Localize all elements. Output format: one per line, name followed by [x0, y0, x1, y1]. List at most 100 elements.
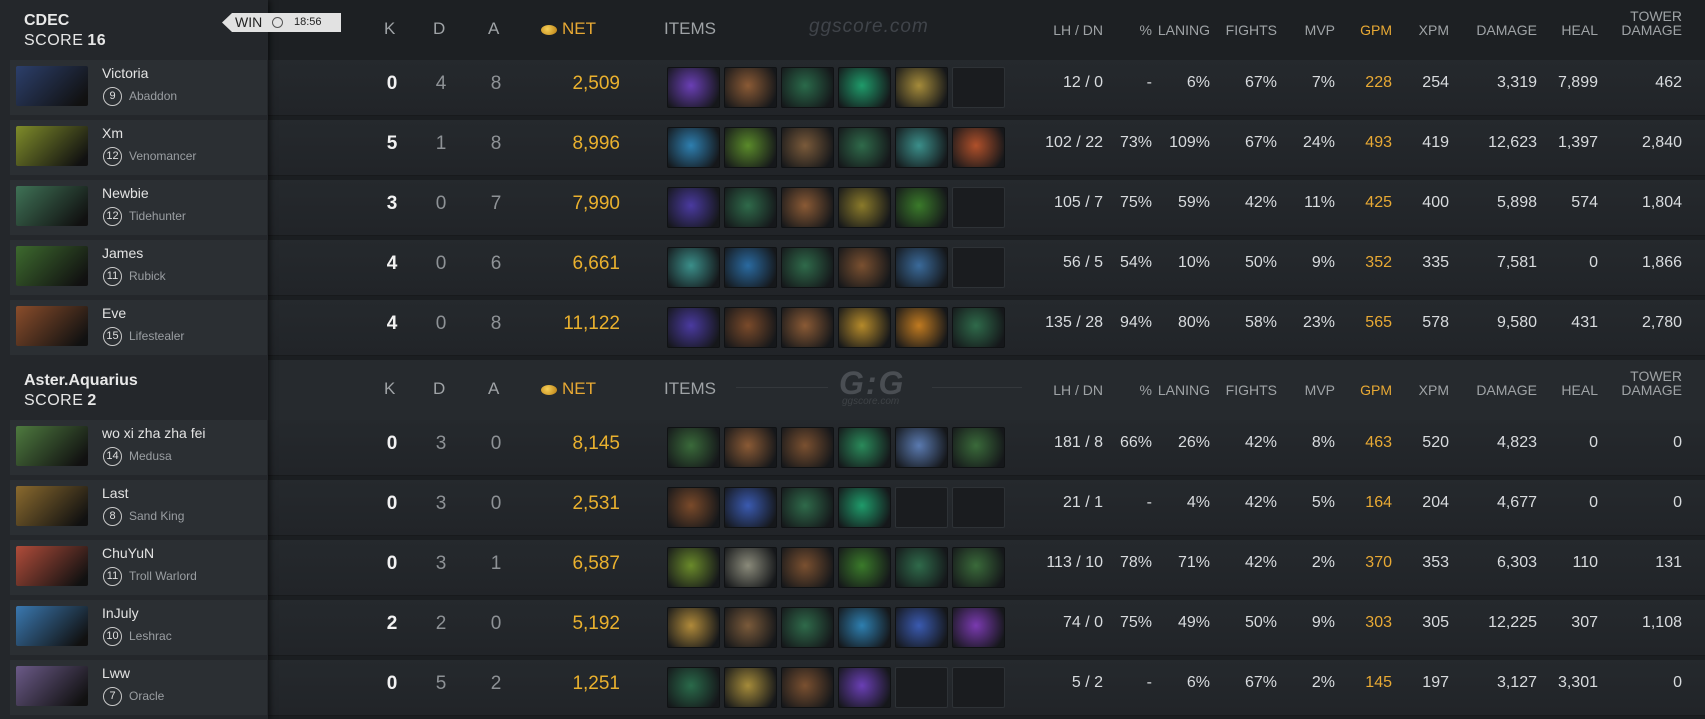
player-name[interactable]: Victoria [102, 65, 148, 81]
urn-icon[interactable] [724, 607, 777, 648]
header-a: A [488, 379, 500, 398]
stat-pct: 94% [1119, 314, 1152, 331]
player-card[interactable]: ChuYuN 11 Troll Warlord [10, 540, 267, 595]
arcane-boots-icon[interactable] [838, 667, 891, 708]
boots-icon[interactable] [781, 547, 834, 588]
boots-icon[interactable] [781, 427, 834, 468]
team-score: SCORE 2 [24, 392, 254, 410]
mushroom-icon[interactable] [724, 547, 777, 588]
empty-item-slot[interactable] [952, 247, 1005, 288]
hero-name: Oracle [129, 689, 165, 703]
wand-icon[interactable] [724, 187, 777, 228]
midas-icon[interactable] [724, 667, 777, 708]
diffusal-icon[interactable] [895, 427, 948, 468]
player-name[interactable]: James [102, 245, 143, 261]
stat-mvp: 5% [1311, 494, 1335, 511]
player-card[interactable]: Lww 7 Oracle [10, 660, 267, 715]
last-hits-denies: 135 / 28 [1045, 314, 1103, 332]
player-name[interactable]: wo xi zha zha fei [102, 425, 206, 441]
stat-mvp: 8% [1311, 434, 1335, 451]
wand-icon[interactable] [952, 307, 1005, 348]
wand-icon[interactable] [838, 127, 891, 168]
player-card[interactable]: InJuly 10 Leshrac [10, 600, 267, 655]
wind-icon[interactable] [724, 247, 777, 288]
yasha-icon[interactable] [838, 427, 891, 468]
vanguard-icon[interactable] [667, 487, 720, 528]
stat-heal: 3,301 [1557, 674, 1598, 691]
hero-portrait [16, 546, 88, 586]
wand-icon[interactable] [895, 547, 948, 588]
boots-icon[interactable] [838, 247, 891, 288]
potion-icon[interactable] [895, 607, 948, 648]
urn2-icon[interactable] [952, 127, 1005, 168]
player-card[interactable]: Victoria 9 Abaddon [10, 60, 267, 115]
potion-icon[interactable] [724, 487, 777, 528]
quelling-blade-icon[interactable] [724, 67, 777, 108]
player-card[interactable]: Xm 12 Venomancer [10, 120, 267, 175]
vanguard-icon[interactable] [724, 307, 777, 348]
quelling-blade-icon[interactable] [781, 187, 834, 228]
crown-icon[interactable] [667, 607, 720, 648]
arcane-boots-icon[interactable] [667, 67, 720, 108]
player-name[interactable]: Lww [102, 665, 130, 681]
eul-icon[interactable] [895, 127, 948, 168]
ring2-icon[interactable] [952, 427, 1005, 468]
wand-icon[interactable] [781, 247, 834, 288]
header-k: K [384, 19, 396, 38]
player-name[interactable]: Newbie [102, 185, 149, 201]
aether-lens-icon[interactable] [667, 127, 720, 168]
boots-icon[interactable] [781, 667, 834, 708]
empty-item-slot[interactable] [895, 487, 948, 528]
player-name[interactable]: Last [102, 485, 128, 501]
header-xpm: XPM [1418, 382, 1449, 398]
player-name[interactable]: ChuYuN [102, 545, 154, 561]
player-card[interactable]: Eve 15 Lifestealer [10, 300, 267, 355]
deaths: 0 [435, 253, 447, 274]
stat-damage: 7,581 [1496, 254, 1537, 271]
stat-heal: 1,397 [1557, 134, 1598, 151]
glimmer-icon[interactable] [895, 247, 948, 288]
midas-icon[interactable] [895, 67, 948, 108]
empty-item-slot[interactable] [952, 487, 1005, 528]
mango-icon[interactable] [667, 547, 720, 588]
blink-icon[interactable] [667, 307, 720, 348]
eul-icon[interactable] [667, 247, 720, 288]
stat-xpm: 400 [1422, 194, 1449, 211]
player-card[interactable]: Newbie 12 Tidehunter [10, 180, 267, 235]
player-name[interactable]: InJuly [102, 605, 139, 621]
quelling-blade-icon[interactable] [781, 307, 834, 348]
stat-mvp: 2% [1311, 674, 1335, 691]
blight-stone-icon[interactable] [781, 67, 834, 108]
stat-laning: 71% [1177, 554, 1210, 571]
wand-icon[interactable] [781, 487, 834, 528]
player-card[interactable]: Last 8 Sand King [10, 480, 267, 535]
quelling-blade-icon[interactable] [724, 427, 777, 468]
header-d: D [433, 19, 446, 38]
armlet-icon[interactable] [838, 307, 891, 348]
empty-item-slot[interactable] [952, 667, 1005, 708]
player-name[interactable]: Xm [102, 125, 123, 141]
stat-gpm: 164 [1365, 494, 1392, 511]
urn-icon[interactable] [781, 127, 834, 168]
radiance-icon[interactable] [895, 307, 948, 348]
drum-icon[interactable] [838, 187, 891, 228]
aether-lens-icon[interactable] [838, 607, 891, 648]
tranquil-boots-icon[interactable] [838, 487, 891, 528]
player-card[interactable]: James 11 Rubick [10, 240, 267, 295]
ring-icon[interactable] [952, 547, 1005, 588]
veil-icon[interactable] [724, 127, 777, 168]
dagon-icon[interactable] [952, 607, 1005, 648]
blink-icon[interactable] [667, 187, 720, 228]
tranquil-boots-icon[interactable] [838, 67, 891, 108]
empty-item-slot[interactable] [952, 187, 1005, 228]
empty-item-slot[interactable] [895, 667, 948, 708]
ring-icon[interactable] [667, 427, 720, 468]
player-card[interactable]: wo xi zha zha fei 14 Medusa [10, 420, 267, 475]
empty-item-slot[interactable] [952, 67, 1005, 108]
blight-stone-icon[interactable] [667, 667, 720, 708]
separator: / [1071, 314, 1086, 331]
wand-icon[interactable] [781, 607, 834, 648]
player-name[interactable]: Eve [102, 305, 126, 321]
hood-icon[interactable] [895, 187, 948, 228]
hood-icon[interactable] [838, 547, 891, 588]
